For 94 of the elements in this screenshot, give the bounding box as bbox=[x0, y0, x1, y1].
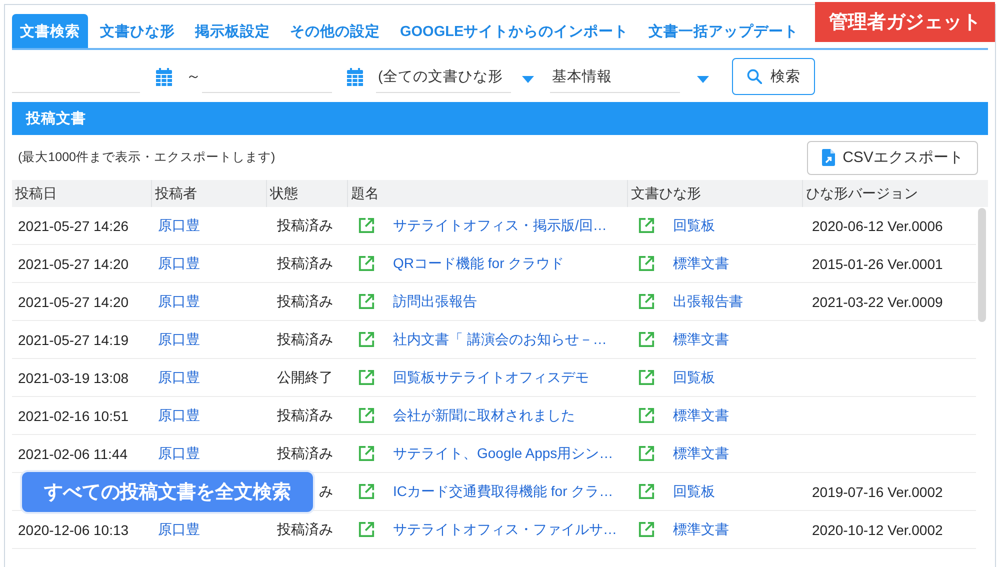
external-link-icon[interactable] bbox=[638, 445, 655, 462]
title-link[interactable]: ICカード交通費取得機能 for クラ… bbox=[393, 482, 614, 500]
external-link-icon[interactable] bbox=[638, 293, 655, 310]
column-header[interactable]: 状態 bbox=[267, 180, 348, 207]
template-link[interactable]: 標準文書 bbox=[673, 330, 729, 348]
title-link[interactable]: 訪問出張報告 bbox=[393, 292, 477, 310]
template-link[interactable]: 標準文書 bbox=[673, 406, 729, 424]
external-link-icon[interactable] bbox=[358, 293, 375, 310]
external-link-icon[interactable] bbox=[638, 483, 655, 500]
template-version: 2020-06-12 Ver.0006 bbox=[812, 218, 943, 234]
posted-date: 2021-02-06 11:44 bbox=[18, 446, 128, 462]
tab[interactable]: 文書一括アップデート bbox=[640, 14, 807, 48]
author-link[interactable]: 原口豊 bbox=[158, 292, 200, 310]
external-link-icon[interactable] bbox=[638, 217, 655, 234]
full-text-search-button[interactable]: すべての投稿文書を全文検索 bbox=[20, 470, 315, 514]
author-link[interactable]: 原口豊 bbox=[158, 216, 200, 234]
author-link[interactable]: 原口豊 bbox=[158, 254, 200, 272]
tab[interactable]: GOOGLEサイトからのインポート bbox=[392, 14, 637, 48]
template-link[interactable]: 標準文書 bbox=[673, 254, 729, 272]
external-link-icon[interactable] bbox=[638, 407, 655, 424]
title-link[interactable]: 会社が新聞に取材されました bbox=[393, 406, 575, 424]
status-label: 投稿済み bbox=[277, 406, 333, 424]
template-link[interactable]: 標準文書 bbox=[673, 444, 729, 462]
column-header[interactable]: 投稿者 bbox=[152, 180, 267, 207]
title-link[interactable]: サテライトオフィス・掲示版/回… bbox=[393, 216, 607, 234]
author-link[interactable]: 原口豊 bbox=[158, 330, 200, 348]
title-link[interactable]: 社内文書「 講演会のお知らせ－… bbox=[393, 330, 607, 348]
column-header[interactable]: ひな形バージョン bbox=[803, 180, 988, 207]
posted-date: 2021-05-27 14:20 bbox=[18, 256, 129, 272]
column-header[interactable]: 投稿日 bbox=[12, 180, 152, 207]
template-link[interactable]: 回覧板 bbox=[673, 482, 715, 500]
tab[interactable]: その他の設定 bbox=[282, 14, 388, 48]
title-link[interactable]: サテライトオフィス・ファイルサ… bbox=[393, 520, 617, 538]
scrollbar-thumb[interactable] bbox=[978, 208, 986, 322]
template-version: 2019-07-16 Ver.0002 bbox=[812, 484, 943, 500]
search-button[interactable]: 検索 bbox=[732, 58, 815, 95]
title-link[interactable]: サテライト、Google Apps用シン… bbox=[393, 444, 614, 462]
status-label: 公開終了 bbox=[277, 368, 333, 386]
posted-date: 2021-05-27 14:19 bbox=[18, 332, 129, 348]
posted-date: 2021-05-27 14:20 bbox=[18, 294, 129, 310]
posted-date: 2021-02-16 10:51 bbox=[18, 408, 129, 424]
tab[interactable]: 掲示板設定 bbox=[187, 14, 278, 48]
external-link-icon[interactable] bbox=[358, 521, 375, 538]
document-icon bbox=[822, 149, 835, 166]
caret-icon[interactable] bbox=[697, 76, 709, 83]
posted-date: 2021-03-19 13:08 bbox=[18, 370, 129, 386]
template-link[interactable]: 標準文書 bbox=[673, 520, 729, 538]
external-link-icon[interactable] bbox=[358, 483, 375, 500]
status-label: 投稿済み bbox=[277, 216, 333, 234]
status-label: 投稿済み bbox=[277, 520, 333, 538]
author-link[interactable]: 原口豊 bbox=[158, 520, 200, 538]
calendar-icon[interactable] bbox=[347, 68, 363, 86]
status-label: 投稿済み bbox=[277, 444, 333, 462]
template-select[interactable]: (全ての文書ひな形 bbox=[376, 60, 511, 92]
column-header[interactable]: 文書ひな形 bbox=[628, 180, 803, 207]
admin-gadget-badge: 管理者ガジェット bbox=[815, 2, 995, 42]
tab[interactable]: 文書ひな形 bbox=[92, 14, 183, 48]
limit-note: (最大1000件まで表示・エクスポートします) bbox=[18, 149, 276, 166]
external-link-icon[interactable] bbox=[358, 369, 375, 386]
template-link[interactable]: 回覧板 bbox=[673, 216, 715, 234]
status-label: 投稿済み bbox=[277, 292, 333, 310]
search-icon bbox=[746, 69, 762, 84]
calendar-icon[interactable] bbox=[156, 68, 172, 86]
external-link-icon[interactable] bbox=[358, 331, 375, 348]
external-link-icon[interactable] bbox=[638, 521, 655, 538]
external-link-icon[interactable] bbox=[638, 331, 655, 348]
title-link[interactable]: 回覧板サテライトオフィスデモ bbox=[393, 368, 589, 386]
external-link-icon[interactable] bbox=[638, 369, 655, 386]
external-link-icon[interactable] bbox=[358, 445, 375, 462]
column-header[interactable]: 題名 bbox=[348, 180, 628, 207]
status-label: 投稿済み bbox=[277, 330, 333, 348]
external-link-icon[interactable] bbox=[358, 255, 375, 272]
range-separator: ～ bbox=[186, 67, 202, 86]
external-link-icon[interactable] bbox=[358, 407, 375, 424]
author-link[interactable]: 原口豊 bbox=[158, 444, 200, 462]
external-link-icon[interactable] bbox=[358, 217, 375, 234]
template-link[interactable]: 回覧板 bbox=[673, 368, 715, 386]
template-version: 2015-01-26 Ver.0001 bbox=[812, 256, 943, 272]
csv-export-button[interactable]: CSVエクスポート bbox=[807, 140, 978, 174]
template-link[interactable]: 出張報告書 bbox=[673, 292, 743, 310]
field-select[interactable]: 基本情報 bbox=[550, 60, 680, 92]
author-link[interactable]: 原口豊 bbox=[158, 406, 200, 424]
tab[interactable]: 文書検索 bbox=[12, 14, 88, 48]
caret-icon[interactable] bbox=[522, 76, 534, 83]
template-version: 2021-03-22 Ver.0009 bbox=[812, 294, 943, 310]
section-header: 投稿文書 bbox=[12, 102, 988, 135]
status-label: 投稿済み bbox=[277, 254, 333, 272]
external-link-icon[interactable] bbox=[638, 255, 655, 272]
status-label: み bbox=[319, 482, 333, 500]
posted-date: 2021-05-27 14:26 bbox=[18, 218, 129, 234]
template-version: 2020-10-12 Ver.0002 bbox=[812, 522, 943, 538]
posted-date: 2020-12-06 10:13 bbox=[18, 522, 129, 538]
title-link[interactable]: QRコード機能 for クラウド bbox=[393, 254, 564, 272]
author-link[interactable]: 原口豊 bbox=[158, 368, 200, 386]
